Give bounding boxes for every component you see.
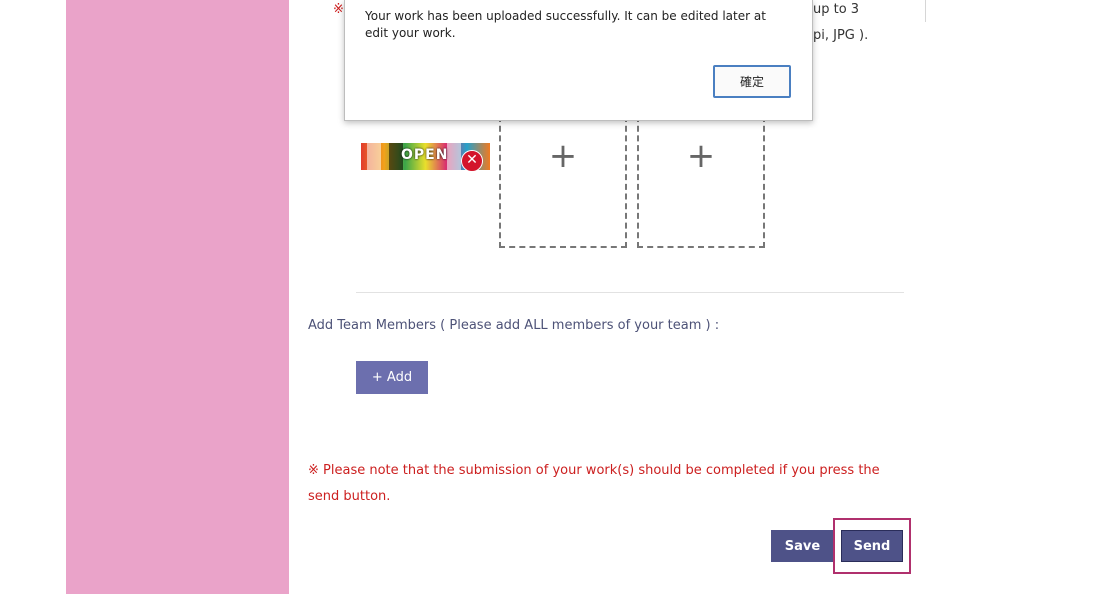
team-members-label: Add Team Members ( Please add ALL member… [308,318,720,333]
send-button[interactable]: Send [841,530,903,562]
upload-slot-2[interactable]: + [499,116,627,248]
save-button[interactable]: Save [771,530,834,562]
alert-ok-button[interactable]: 確定 [713,65,791,98]
upload-note-text-line2: pi, JPG ). [813,28,869,43]
content-border [925,0,926,22]
alert-message: Your work has been uploaded successfully… [365,9,766,40]
upload-slot-3[interactable]: + [637,116,765,248]
plus-icon: + [548,136,578,176]
thumbnail-logo-text: OPEN [401,147,449,163]
upload-note-text-line1: up to 3 [813,2,860,17]
section-divider [356,292,904,293]
alert-dialog: Your work has been uploaded successfully… [344,0,813,121]
submission-warning: ※ Please note that the submission of you… [308,463,880,504]
left-sidebar-panel [66,0,289,594]
add-team-member-button[interactable]: + Add [356,361,428,394]
upload-note-mark: ※ [333,2,344,17]
plus-icon: + [686,136,716,176]
close-circle-icon[interactable]: ✕ [461,150,483,172]
